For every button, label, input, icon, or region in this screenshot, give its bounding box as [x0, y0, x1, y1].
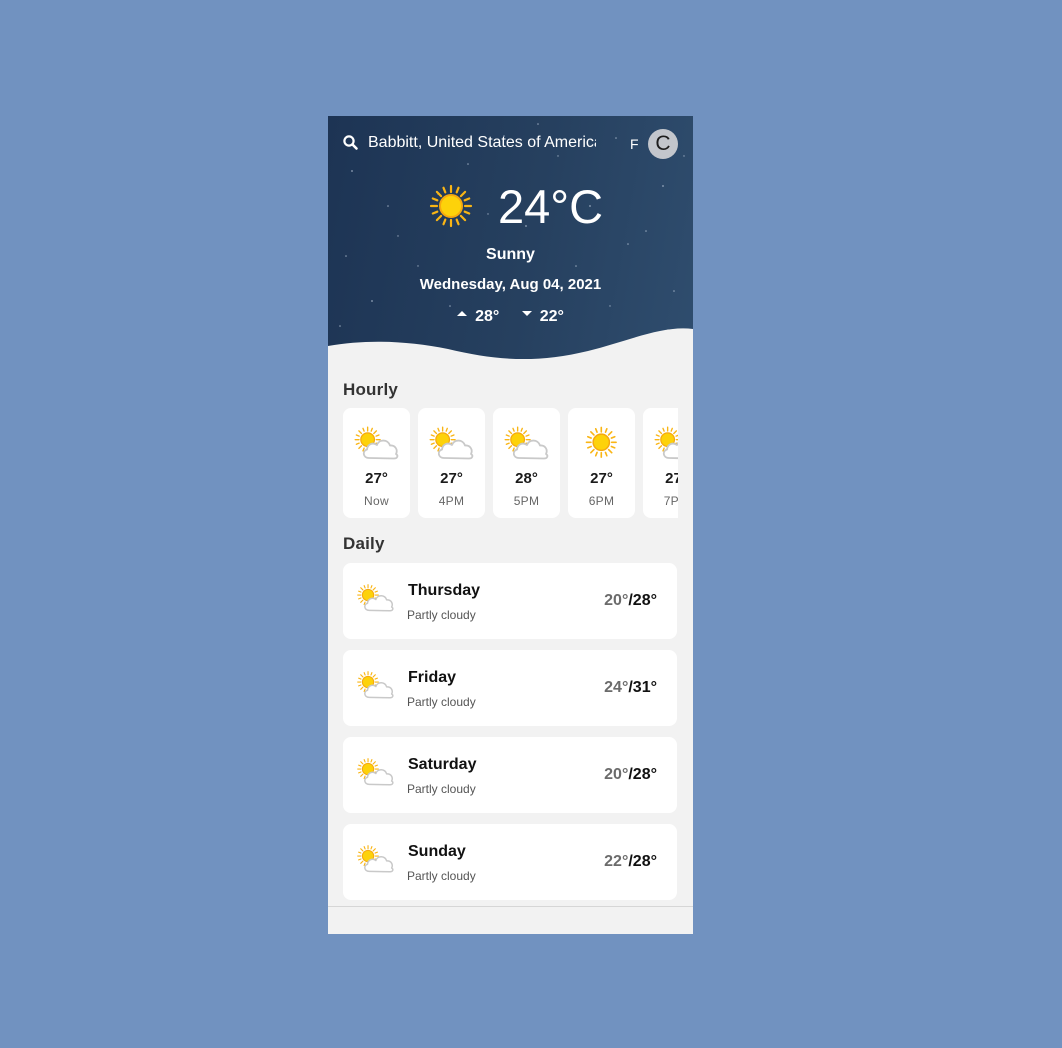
location-search-input[interactable]	[368, 132, 596, 154]
day-temperatures: 22°/28°	[604, 853, 657, 871]
hourly-temp: 27°	[590, 470, 613, 487]
hourly-card[interactable]: 28° 5PM	[493, 408, 560, 518]
current-temperature: 24°C	[498, 180, 604, 233]
day-high: 28°	[632, 592, 657, 609]
sun-icon	[429, 184, 473, 228]
partly-cloudy-icon	[652, 424, 678, 460]
hourly-card[interactable]: 27° 4PM	[418, 408, 485, 518]
hourly-time: 4PM	[438, 494, 465, 508]
partly-cloudy-icon	[355, 581, 395, 613]
hourly-temp: 28°	[515, 470, 538, 487]
day-low: 20°	[604, 766, 629, 783]
partly-cloudy-icon	[352, 424, 400, 460]
wave-divider	[328, 328, 693, 371]
hourly-card[interactable]: 27° 6PM	[568, 408, 635, 518]
daily-row[interactable]: Friday Partly cloudy 24°/31°	[343, 650, 677, 726]
hourly-card[interactable]: 27° 7PM	[643, 408, 678, 518]
partly-cloudy-icon	[355, 842, 395, 874]
hourly-time: Now	[364, 494, 389, 508]
hourly-time: 5PM	[513, 494, 540, 508]
current-condition: Sunny	[486, 246, 535, 263]
search-icon[interactable]	[342, 134, 360, 152]
hourly-title: Hourly	[343, 380, 399, 399]
day-condition: Partly cloudy	[407, 869, 476, 883]
day-condition: Partly cloudy	[407, 695, 476, 709]
partly-cloudy-icon	[355, 668, 395, 700]
arrow-up-icon	[457, 311, 468, 317]
weather-app: F C 24°C Sunny Wednesday, Aug 04, 2021 2…	[328, 116, 693, 934]
partly-cloudy-icon	[502, 424, 550, 460]
day-high: 28°	[632, 853, 657, 870]
partly-cloudy-icon	[355, 755, 395, 787]
hourly-time: 6PM	[588, 494, 615, 508]
day-temperatures: 24°/31°	[604, 679, 657, 697]
daily-title: Daily	[343, 534, 385, 553]
day-low: 24°	[604, 679, 629, 696]
partly-cloudy-icon	[427, 424, 475, 460]
day-high: 28°	[632, 766, 657, 783]
hourly-temp: 27°	[665, 470, 678, 487]
day-name: Saturday	[408, 756, 477, 773]
day-name: Friday	[408, 669, 457, 686]
daily-row[interactable]: Sunday Partly cloudy 22°/28°	[343, 824, 677, 900]
day-condition: Partly cloudy	[407, 782, 476, 796]
day-low: 20°	[604, 592, 629, 609]
day-high: 31°	[632, 679, 657, 696]
unit-fahrenheit-toggle[interactable]: F	[630, 136, 639, 152]
hourly-forecast-strip[interactable]: 27° Now 27° 4PM 28° 5PM 27° 6PM 27° 7PM	[343, 408, 678, 518]
day-name: Sunday	[408, 843, 466, 860]
day-temperatures: 20°/28°	[604, 766, 657, 784]
day-temperatures: 20°/28°	[604, 592, 657, 610]
sun-icon	[585, 426, 617, 458]
daily-row[interactable]: Saturday Partly cloudy 20°/28°	[343, 737, 677, 813]
arrow-down-icon	[521, 311, 532, 317]
current-date: Wednesday, Aug 04, 2021	[419, 276, 602, 293]
daily-row[interactable]: Thursday Partly cloudy 20°/28°	[343, 563, 677, 639]
day-name: Thursday	[408, 582, 481, 599]
hourly-temp: 27°	[440, 470, 463, 487]
hourly-card[interactable]: 27° Now	[343, 408, 410, 518]
hourly-time: 7PM	[663, 494, 678, 508]
day-condition: Partly cloudy	[407, 608, 476, 622]
unit-celsius-toggle[interactable]: C	[648, 129, 678, 159]
footer-divider	[328, 906, 693, 907]
day-low: 22°	[604, 853, 629, 870]
hourly-temp: 27°	[365, 470, 388, 487]
